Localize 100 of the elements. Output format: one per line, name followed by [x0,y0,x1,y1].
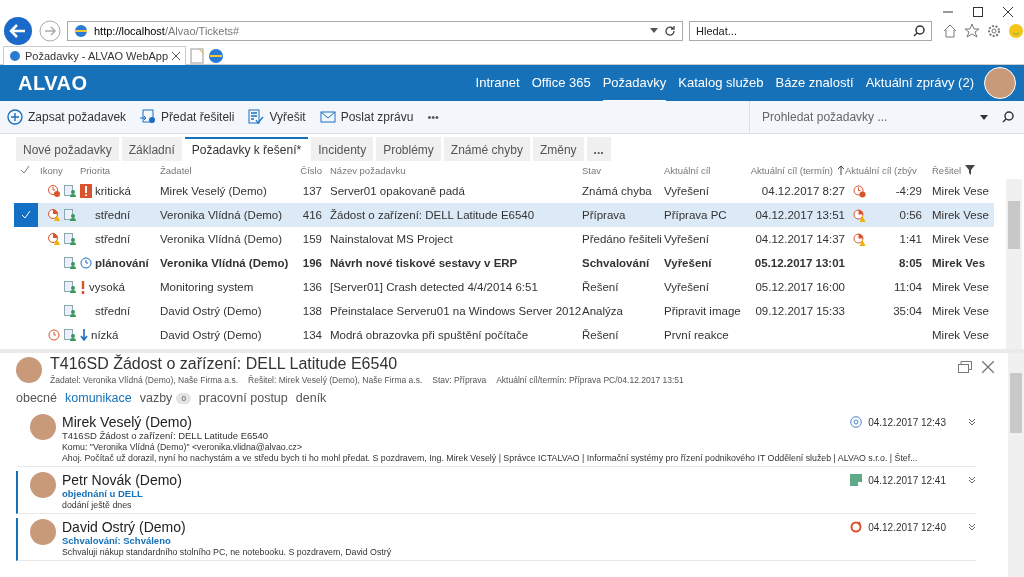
nav-link[interactable]: Office 365 [531,64,591,102]
table-cell-text: Vyřešení [664,257,713,269]
close-icon[interactable] [172,52,181,60]
column-header[interactable]: Název požadavku [322,164,582,176]
browser-tab[interactable]: Požadavky - ALVAO WebApp [3,46,187,65]
priority-text: střední [95,305,131,317]
star-icon[interactable] [964,23,980,39]
table-cell: 0:56 [899,209,922,221]
table-row[interactable]: střední Veronika Vlídná (Demo) 159 Nainstalovat MS Project Předáno řešiteli Vyřešení 04.12.2017 14:37 1:41 Mirek Vese [14,227,994,251]
view-tab[interactable]: Problémy [376,137,441,161]
meta-text: Žadatel: Veronika Vlídná (Demo), Naše Firma a.s. [50,375,239,385]
expand-chevron-icon[interactable] [968,476,976,484]
view-tab[interactable]: Incidenty [311,137,374,161]
author-name: Mirek Veselý (Demo) [62,414,192,430]
view-tab[interactable]: Známé chyby [443,137,530,161]
nav-link[interactable]: Báze znalostí [775,64,854,102]
scrollbar[interactable] [1008,353,1024,577]
table-cell-text: Nainstalovat MS Project [329,233,454,245]
dropdown-icon[interactable] [980,114,988,120]
message-time: 04.12.2017 12:41 [868,474,946,486]
table-cell: 09.12.2017 15:33 [755,305,845,317]
table-cell-text: Mirek Vese [931,305,990,317]
table-cell: 04.12.2017 13:51 [755,209,845,221]
column-header[interactable]: Aktuální cíl (termín) [742,164,845,176]
priority-text: plánování [95,257,149,269]
column-header[interactable]: Ikony [40,164,80,176]
table-row[interactable]: střední David Ostrý (Demo) 138 Přeinstalace Serveru01 na Windows Server 2012Analýza Připravit image 09.12.2017 15:33 35:04 Mirek Vese [14,299,994,323]
cycle-arrows-icon [850,521,863,533]
toolbar-button[interactable]: Vyřešit [241,105,313,129]
avatar [16,357,42,383]
table-cell-text: 416 [301,209,322,221]
table-row[interactable]: kritická Mirek Veselý (Demo) 137 Server01 opakovaně padá Známá chyba Vyřešení 04.12.2017 8:27 -4:29 Mirek Vese [14,179,994,203]
table-cell-text: Vyřešení [664,233,710,245]
column-header[interactable]: Priorita [80,164,160,176]
view-tab[interactable]: Základní [121,137,182,161]
message-subject: Schvalování: Schváleno [62,535,172,546]
home-icon[interactable] [942,23,958,39]
dropdown-icon[interactable] [650,28,658,34]
table-cell-text: Řešení [582,329,620,341]
table-cell-text: Schvalování [582,257,651,269]
table-row[interactable]: plánování Veronika Vlídná (Demo) 196 Návrh nové tiskové sestavy v ERP Schvalování Vyřešení 05.12.2017 13:01 8:05 Mirek Ves [14,251,994,275]
column-header[interactable]: Číslo [290,164,322,176]
table-cell-text: Modrá obrazovka při spuštění počítače [329,329,530,341]
column-header[interactable]: Řešitel [922,164,995,176]
table-row[interactable]: vysoká Monitoring system 136 [Server01] Crash detected 4/4/2014 6:51 Řešení Vyřešení 05.12.2017 16:00 11:04 Mirek Vese [14,275,994,299]
ticket-person-icon [64,185,76,197]
table-cell: 05.12.2017 13:01 [754,257,845,269]
detail-tab[interactable]: obecné [16,391,57,405]
filter-icon[interactable] [965,165,976,175]
search-icon[interactable] [1002,111,1014,123]
scrollbar[interactable] [1006,179,1022,349]
settings-icon[interactable] [986,23,1002,39]
plus-icon [7,109,23,125]
ticket-person-icon [64,257,76,269]
logo[interactable]: ALVAO [18,71,476,95]
table-cell-text: Mirek Vese [931,185,990,197]
restore-icon[interactable] [958,361,972,373]
expand-chevron-icon[interactable] [968,418,976,426]
forward-person-icon [140,109,157,125]
detail-tab[interactable]: pracovní postup [198,391,288,405]
message-time: 04.12.2017 12:40 [868,521,946,533]
table-cell-text: Veronika Vlídná (Demo) [160,233,284,245]
maximize-icon[interactable] [972,6,984,18]
check-icon[interactable] [20,165,30,175]
more-button[interactable]: ••• [420,107,446,127]
view-tab[interactable]: Změny [532,137,584,161]
expand-chevron-icon[interactable] [968,523,976,531]
table-cell-text: Mirek Vese [931,281,990,293]
table-row[interactable]: střední Veronika Vlídná (Demo) 416 Žádost o zařízení: DELL Latitude E6540 Příprava Příprava PC 04.12.2017 13:51 0:56 Mirek Vese [14,203,994,227]
detail-tab[interactable]: deník [295,391,327,405]
refresh-icon[interactable] [664,25,676,37]
toolbar-button[interactable]: Poslat zprávu [312,105,421,129]
table-cell-text: Příprava [582,209,627,221]
toolbar-button[interactable]: Zapsat požadavek [0,105,134,129]
browser-search-field[interactable]: Hledat... [689,21,932,41]
close-icon[interactable] [1002,6,1014,18]
check-icon[interactable] [14,203,38,227]
view-tab[interactable]: Nové požadavky [16,137,119,161]
toolbar-button[interactable]: Předat řešiteli [133,105,242,129]
column-header[interactable]: Aktuální cíl (zbýv [845,164,922,176]
nav-link[interactable]: Katalog služeb [678,64,764,102]
search-icon[interactable] [913,25,925,37]
sort-arrow-icon [837,165,845,175]
avatar[interactable] [984,67,1016,99]
table-cell-text: David Ostrý (Demo) [160,329,263,341]
search-field[interactable]: Prohledat požadavky ... [749,101,1024,133]
table-cell-text: Mirek Vese [931,329,990,341]
table-row[interactable]: nízká David Ostrý (Demo) 134 Modrá obrazovka při spuštění počítače Řešení První reakce Mirek Vese [14,323,994,347]
table-cell-text: [Server01] Crash detected 4/4/2014 6:51 [329,281,539,293]
down-arrow-icon [80,329,88,341]
nav-link[interactable]: Aktuální zprávy (2) [865,64,974,102]
table-cell-text: David Ostrý (Demo) [160,305,263,317]
column-header[interactable]: Stav [582,164,664,176]
nav-link[interactable]: Intranet [475,64,520,102]
more-button[interactable]: ... [586,137,611,161]
column-header[interactable]: Žadatel [160,164,290,176]
column-header[interactable]: Aktuální cíl [664,164,742,176]
detail-tab[interactable]: vazby 0 [139,391,191,405]
address-bar[interactable]: http://localhost/Alvao/Tickets# [67,21,683,41]
detail-tab[interactable]: komunikace [65,391,132,405]
